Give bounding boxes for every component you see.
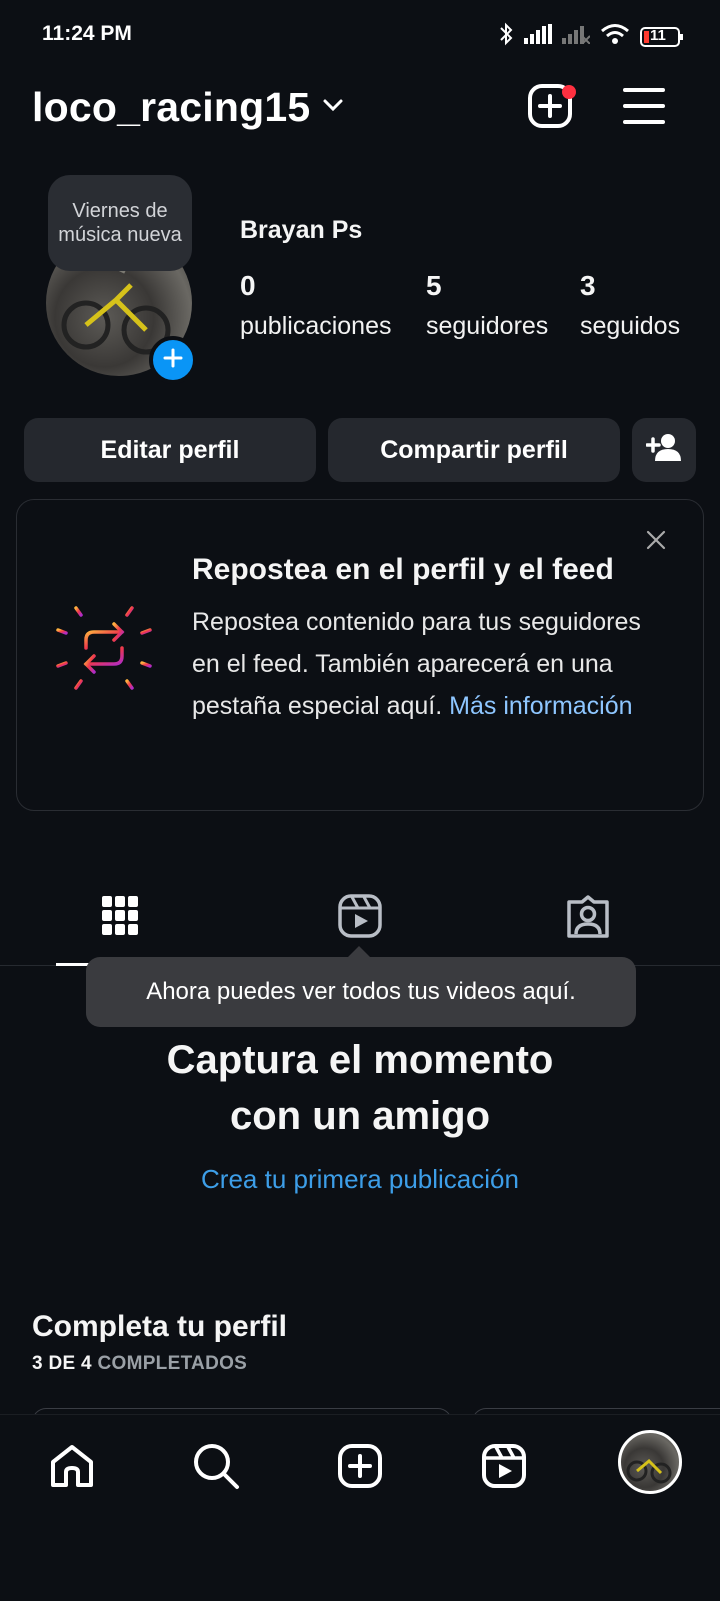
card-body: Repostea contenido para tus seguidores e… [192, 601, 662, 727]
wifi-icon [600, 23, 630, 50]
stat-label: seguidos [580, 312, 681, 340]
reels-icon [338, 893, 382, 943]
username: loco_racing15 [32, 84, 311, 130]
plus-square-icon [337, 1443, 383, 1494]
learn-more-link[interactable]: Más información [449, 692, 632, 720]
stat-followers[interactable]: 5 seguidores [426, 270, 548, 341]
tab-posts-grid[interactable] [90, 888, 150, 948]
create-button[interactable] [522, 80, 578, 136]
signal-icon [562, 24, 591, 49]
account-switcher[interactable]: loco_racing15 [32, 84, 344, 131]
signal-icon [524, 24, 552, 49]
tab-reels[interactable] [330, 888, 390, 948]
stat-value: 5 [426, 270, 442, 301]
close-icon [646, 530, 666, 555]
card-title: Repostea en el perfil y el feed [192, 553, 614, 586]
note-bubble[interactable]: Viernes de música nueva [48, 175, 192, 271]
bluetooth-icon [498, 22, 514, 51]
empty-state-title-line: Captura el momento [166, 1038, 554, 1082]
add-story-button[interactable] [149, 336, 197, 384]
chevron-down-icon [322, 98, 344, 117]
nav-profile-avatar[interactable] [618, 1430, 682, 1494]
home-icon [48, 1442, 96, 1495]
complete-profile-progress: 3 DE 4 COMPLETADOS [32, 1353, 247, 1375]
edit-profile-button[interactable]: Editar perfil [24, 418, 316, 482]
notification-dot [562, 85, 576, 99]
empty-state-title: Captura el momento con un amigo [0, 1032, 720, 1144]
reels-tooltip[interactable]: Ahora puedes ver todos tus videos aquí. [86, 957, 636, 1027]
nav-create[interactable] [330, 1438, 390, 1498]
status-time: 11:24 PM [42, 22, 132, 45]
progress-label: COMPLETADOS [97, 1353, 248, 1374]
discover-people-button[interactable] [632, 418, 696, 482]
grid-icon [100, 894, 140, 943]
share-profile-button[interactable]: Compartir perfil [328, 418, 620, 482]
stat-value: 3 [580, 270, 596, 301]
stat-label: publicaciones [240, 312, 392, 340]
nav-reels[interactable] [474, 1438, 534, 1498]
battery-level: 11 [650, 26, 666, 44]
stat-following[interactable]: 3 seguidos [580, 270, 680, 341]
create-first-post-link[interactable]: Crea tu primera publicación [0, 1164, 720, 1195]
stat-value: 0 [240, 270, 256, 301]
add-person-icon [645, 433, 682, 468]
empty-state-title-line: con un amigo [230, 1094, 490, 1138]
plus-icon [163, 348, 183, 373]
complete-profile-title: Completa tu perfil [32, 1310, 288, 1343]
reels-icon [481, 1443, 527, 1494]
nav-home[interactable] [42, 1438, 102, 1498]
tab-tagged[interactable] [558, 888, 618, 948]
status-icons: 11 [498, 22, 684, 51]
menu-button[interactable] [616, 80, 672, 136]
tagged-icon [565, 894, 611, 943]
battery-icon: 11 [640, 26, 684, 48]
progress-count: 3 DE 4 [32, 1353, 92, 1374]
nav-search[interactable] [186, 1438, 246, 1498]
stat-posts[interactable]: 0 publicaciones [240, 270, 392, 341]
hamburger-menu-icon [623, 87, 665, 130]
full-name: Brayan Ps [240, 216, 363, 244]
close-card-button[interactable] [636, 522, 676, 562]
search-icon [192, 1442, 240, 1495]
stat-label: seguidores [426, 312, 549, 340]
repost-icon [50, 598, 158, 713]
